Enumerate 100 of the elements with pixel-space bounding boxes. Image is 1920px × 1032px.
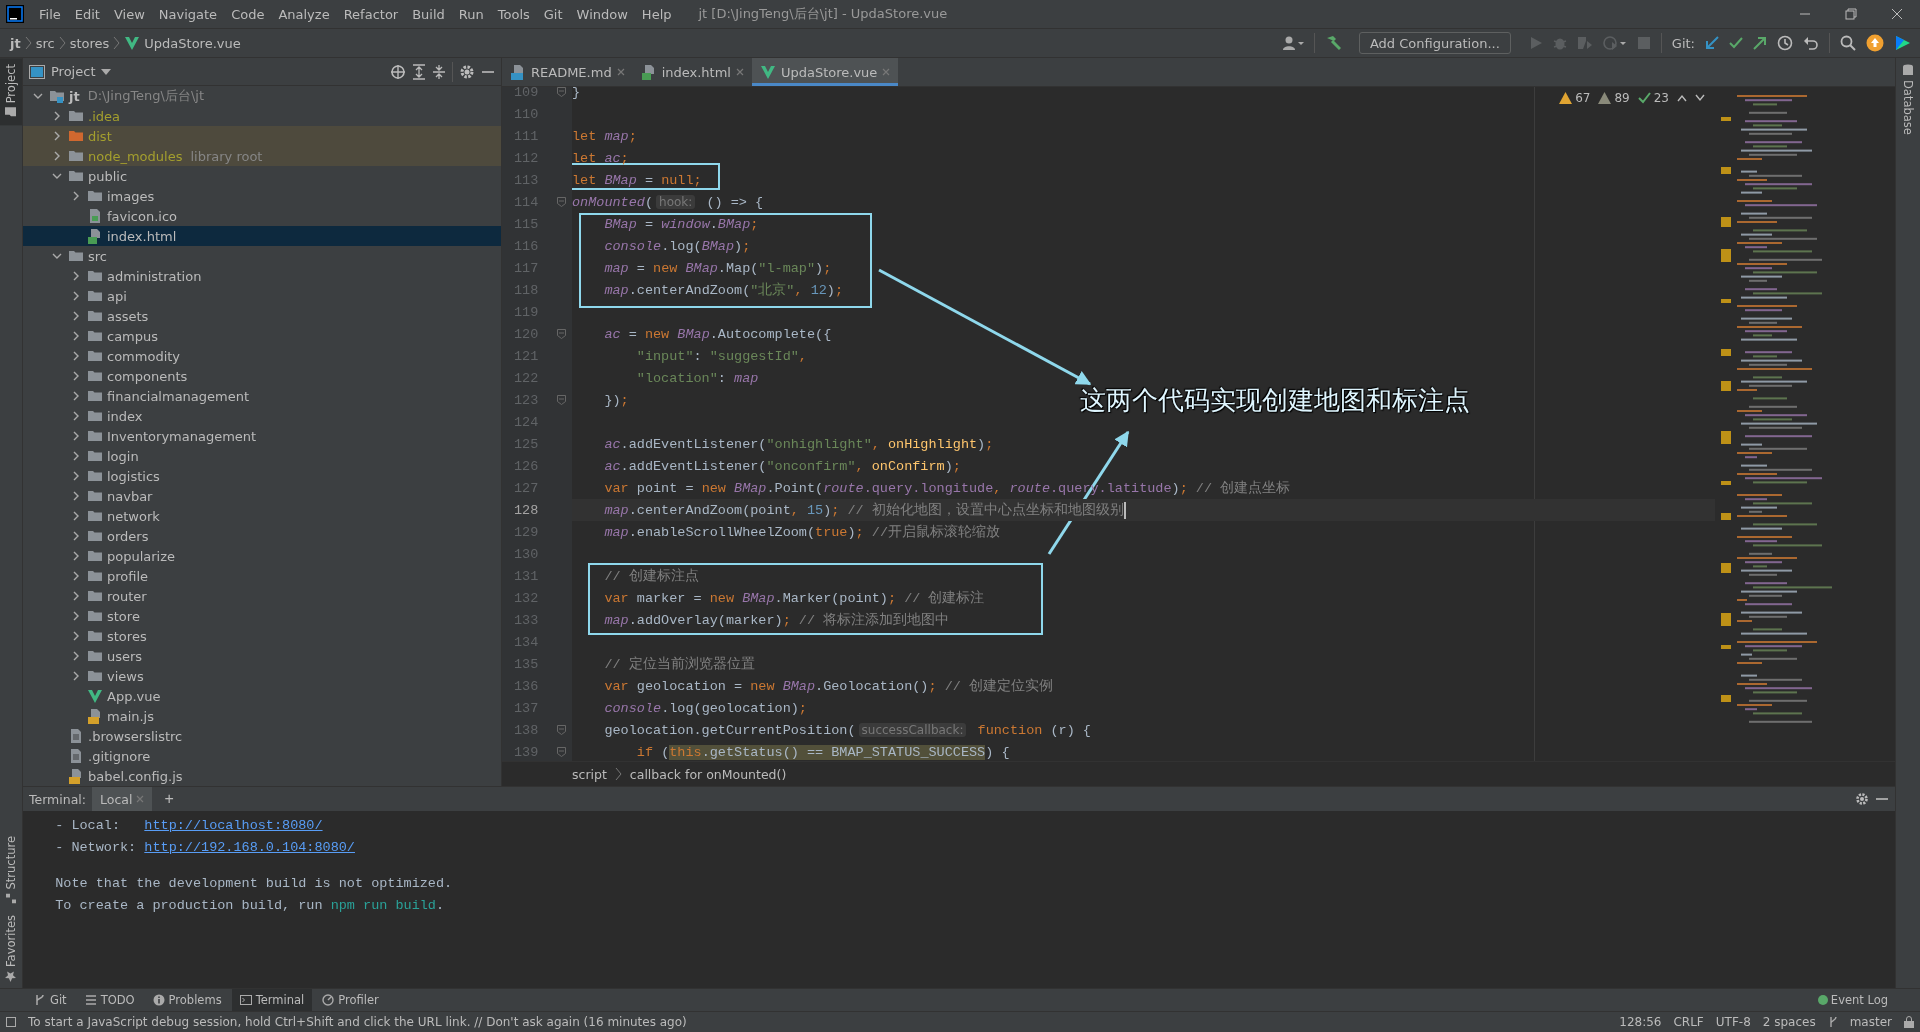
url-link[interactable]: http://localhost:8080/	[144, 817, 323, 833]
arrow-down-left-icon[interactable]	[1705, 36, 1719, 50]
tool-window-button[interactable]: Project	[0, 58, 22, 126]
tree-item[interactable]: images	[23, 186, 501, 206]
tree-item[interactable]: .idea	[23, 106, 501, 126]
settings-icon[interactable]	[459, 63, 475, 80]
code-token: ,	[871, 436, 881, 452]
tree-item[interactable]: stores	[23, 626, 501, 646]
file-name: .idea	[88, 108, 120, 124]
expand-all-icon[interactable]	[412, 63, 426, 80]
event-log-button[interactable]: Event Log	[1817, 993, 1888, 1007]
tool-tab[interactable]: Problems	[144, 989, 230, 1011]
tree-item[interactable]: views	[23, 666, 501, 686]
tree-item[interactable]: store	[23, 606, 501, 626]
menu-item[interactable]: Analyze	[271, 4, 337, 24]
status-item[interactable]: 128:56	[1619, 1015, 1662, 1029]
add-configuration-button[interactable]: Add Configuration...	[1358, 32, 1511, 54]
tree-item[interactable]: orders	[23, 526, 501, 546]
tree-item[interactable]: .gitignore	[23, 746, 501, 766]
tree-item[interactable]: babel.config.js	[23, 766, 501, 786]
menu-item[interactable]: Run	[451, 4, 491, 24]
breadcrumb-item[interactable]: UpdaStore.vue	[144, 35, 241, 51]
settings-icon[interactable]	[1855, 792, 1869, 806]
plugin-icon[interactable]	[1894, 34, 1912, 52]
collapse-all-icon[interactable]	[432, 63, 446, 80]
tool-tab[interactable]: Terminal	[231, 989, 313, 1011]
tree-item[interactable]: financialmanagement	[23, 386, 501, 406]
tree-item[interactable]: node_modules library root	[23, 146, 501, 166]
tree-item[interactable]: campus	[23, 326, 501, 346]
tree-item[interactable]: App.vue	[23, 686, 501, 706]
tool-tab[interactable]: Git	[26, 989, 75, 1011]
tree-item[interactable]: assets	[23, 306, 501, 326]
menu-item[interactable]: Edit	[67, 4, 107, 24]
url-link[interactable]: http://192.168.0.104:8080/	[144, 839, 355, 855]
tree-item[interactable]: jt D:\JingTeng\后台\jt	[23, 86, 501, 106]
tree-item[interactable]: administration	[23, 266, 501, 286]
new-tab-button[interactable]: +	[158, 790, 180, 808]
code-token: ac	[603, 458, 621, 474]
menu-item[interactable]: Refactor	[336, 4, 406, 24]
tree-item[interactable]: public	[23, 166, 501, 186]
chevron-down-icon[interactable]	[1695, 94, 1705, 102]
tree-item[interactable]: src	[23, 246, 501, 266]
menu-item[interactable]: Tools	[490, 4, 537, 24]
menu-item[interactable]: Navigate	[151, 4, 225, 24]
tool-window-button[interactable]: Structure	[0, 829, 22, 910]
status-item[interactable]: 2 spaces	[1762, 1015, 1816, 1029]
tool-window-button[interactable]: Favorites	[0, 909, 22, 988]
chevron-up-icon[interactable]	[1677, 94, 1687, 102]
breadcrumb-item[interactable]: jt	[10, 35, 21, 51]
menu-item[interactable]: Window	[569, 4, 635, 24]
breadcrumb-item[interactable]: src	[35, 35, 55, 51]
menu-item[interactable]: Build	[405, 4, 452, 24]
tool-window-button[interactable]: Database	[1896, 58, 1920, 141]
breadcrumb-item[interactable]: stores	[69, 35, 110, 51]
inspection-count[interactable]: 67	[1575, 91, 1591, 105]
status-item[interactable]: UTF-8	[1715, 1015, 1751, 1029]
update-icon[interactable]	[1866, 34, 1884, 52]
tool-tab[interactable]: Profiler	[314, 989, 387, 1011]
menu-item[interactable]: View	[106, 4, 152, 24]
menu-item[interactable]: Code	[224, 4, 272, 24]
tree-item[interactable]: main.js	[23, 706, 501, 726]
tree-item[interactable]: profile	[23, 566, 501, 586]
inspection-count[interactable]: 23	[1653, 91, 1669, 105]
clock-icon[interactable]	[1777, 35, 1793, 51]
tool-tab[interactable]: TODO	[76, 989, 143, 1011]
tree-item[interactable]: login	[23, 446, 501, 466]
status-item[interactable]: CRLF	[1673, 1015, 1704, 1029]
tree-item[interactable]: popularize	[23, 546, 501, 566]
breadcrumb-item[interactable]: callback for onMounted()	[629, 766, 787, 782]
tree-item[interactable]: Inventorymanagement	[23, 426, 501, 446]
tree-item[interactable]: favicon.ico	[23, 206, 501, 226]
check-icon[interactable]	[1729, 36, 1743, 50]
tree-item[interactable]: dist	[23, 126, 501, 146]
tree-item[interactable]: index	[23, 406, 501, 426]
inspection-count[interactable]: 89	[1614, 91, 1630, 105]
tree-item[interactable]: router	[23, 586, 501, 606]
undo-icon[interactable]	[1803, 35, 1819, 51]
breadcrumb-item[interactable]: script	[572, 766, 607, 782]
tree-item[interactable]: index.html	[23, 226, 501, 246]
search-icon[interactable]	[1840, 35, 1856, 51]
tree-item[interactable]: commodity	[23, 346, 501, 366]
tree-item[interactable]: navbar	[23, 486, 501, 506]
panel-title[interactable]: Project	[51, 64, 96, 79]
status-item[interactable]: master	[1849, 1015, 1892, 1029]
tree-item[interactable]: network	[23, 506, 501, 526]
arrow-up-right-icon[interactable]	[1753, 36, 1767, 50]
tree-item[interactable]: components	[23, 366, 501, 386]
menu-item[interactable]: Git	[536, 4, 570, 24]
editor-tab[interactable]: README.md	[502, 58, 633, 86]
tree-item[interactable]: users	[23, 646, 501, 666]
menu-item[interactable]: File	[32, 4, 68, 24]
menu-item[interactable]: Help	[634, 4, 679, 24]
editor-tab[interactable]: index.html	[632, 58, 752, 86]
session-tab[interactable]: Local	[92, 787, 153, 811]
tree-item[interactable]: .browserslistrc	[23, 726, 501, 746]
user-icon[interactable]	[1281, 35, 1304, 51]
editor-tab[interactable]: UpdaStore.vue	[751, 58, 899, 86]
tree-item[interactable]: logistics	[23, 466, 501, 486]
target-icon[interactable]	[390, 63, 406, 80]
tree-item[interactable]: api	[23, 286, 501, 306]
